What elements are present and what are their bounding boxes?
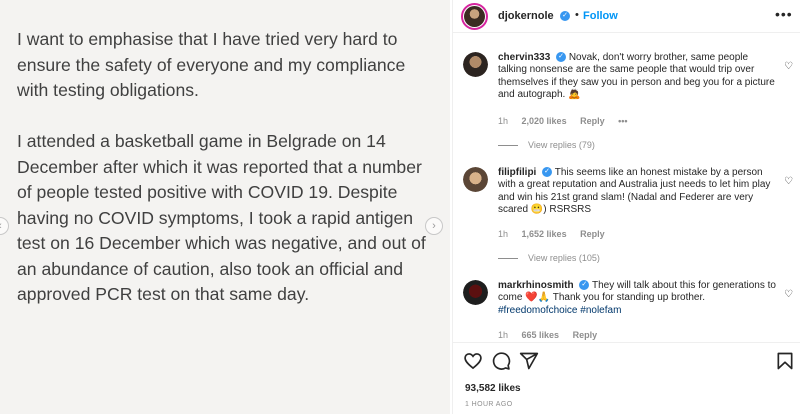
carousel-next-button[interactable]: ›	[425, 217, 443, 235]
comment-options-button[interactable]: •••	[618, 116, 627, 126]
comment-likes[interactable]: 2,020 likes	[522, 116, 567, 126]
view-replies-label: View replies (105)	[528, 253, 600, 263]
verified-badge-icon: ✓	[556, 52, 567, 63]
commenter-username[interactable]: filipfilipi	[498, 167, 536, 178]
view-replies-button[interactable]: View replies (79)	[498, 140, 595, 150]
post-paragraph-1: I want to emphasise that I have tried ve…	[17, 29, 406, 100]
post-side-panel: djokernole ✓ • Follow ••• chervin333 ✓ N…	[452, 0, 800, 414]
post-like-count[interactable]: 93,582 likes	[465, 383, 521, 394]
commenter-username[interactable]: chervin333	[498, 52, 550, 63]
chevron-right-icon: ›	[432, 219, 436, 232]
comment-like-heart-icon[interactable]: ♡	[784, 176, 793, 187]
post-statement-text: I want to emphasise that I have tried ve…	[17, 27, 437, 333]
comment-body: filipfilipi ✓ This seems like an honest …	[498, 167, 778, 217]
commenter-avatar[interactable]	[463, 280, 488, 305]
comment-hashtags[interactable]: #freedomofchoice #nolefam	[498, 305, 621, 316]
comment-time: 1h	[498, 229, 509, 239]
comment-icon[interactable]	[491, 351, 511, 371]
comment-reply-button[interactable]: Reply	[580, 116, 605, 126]
header-separator: •	[575, 9, 579, 21]
post-image: I want to emphasise that I have tried ve…	[0, 0, 450, 414]
post-timestamp: 1 HOUR AGO	[465, 401, 513, 408]
comment-like-heart-icon[interactable]: ♡	[784, 289, 793, 300]
carousel-prev-button[interactable]: ‹	[0, 217, 9, 235]
comment-text: This seems like an honest mistake by a p…	[498, 167, 771, 216]
comment-likes[interactable]: 1,652 likes	[522, 229, 567, 239]
author-username[interactable]: djokernole	[498, 10, 554, 22]
comment-body: markrhinosmith ✓ They will talk about th…	[498, 280, 778, 317]
comment-time: 1h	[498, 330, 509, 340]
bookmark-icon[interactable]	[775, 351, 795, 371]
comment-meta: 1h 2,020 likes Reply •••	[498, 116, 639, 126]
commenter-avatar[interactable]	[463, 167, 488, 192]
comment-body: chervin333 ✓ Novak, don't worry brother,…	[498, 52, 778, 102]
more-options-button[interactable]: •••	[775, 6, 793, 22]
follow-button[interactable]: Follow	[583, 10, 618, 22]
comment-reply-button[interactable]: Reply	[580, 229, 605, 239]
verified-badge-icon: ✓	[579, 280, 590, 291]
comment-reply-button[interactable]: Reply	[573, 330, 598, 340]
chevron-left-icon: ‹	[0, 220, 2, 232]
commenter-avatar[interactable]	[463, 52, 488, 77]
share-icon[interactable]	[519, 351, 539, 371]
comment-likes[interactable]: 665 likes	[522, 330, 560, 340]
comment-like-heart-icon[interactable]: ♡	[784, 61, 793, 72]
verified-badge-icon: ✓	[542, 167, 553, 178]
heart-icon[interactable]	[463, 351, 483, 371]
view-replies-label: View replies (79)	[528, 140, 595, 150]
post-paragraph-2: I attended a basketball game in Belgrade…	[17, 131, 426, 304]
post-actions: 93,582 likes 1 HOUR AGO	[453, 342, 800, 414]
comment-meta: 1h 665 likes Reply	[498, 330, 608, 340]
author-avatar[interactable]	[461, 3, 488, 30]
commenter-username[interactable]: markrhinosmith	[498, 280, 574, 291]
comment-time: 1h	[498, 116, 509, 126]
view-replies-button[interactable]: View replies (105)	[498, 253, 600, 263]
post-header: djokernole ✓ • Follow •••	[453, 0, 800, 33]
comment-meta: 1h 1,652 likes Reply	[498, 229, 616, 239]
verified-badge-icon: ✓	[560, 11, 570, 21]
